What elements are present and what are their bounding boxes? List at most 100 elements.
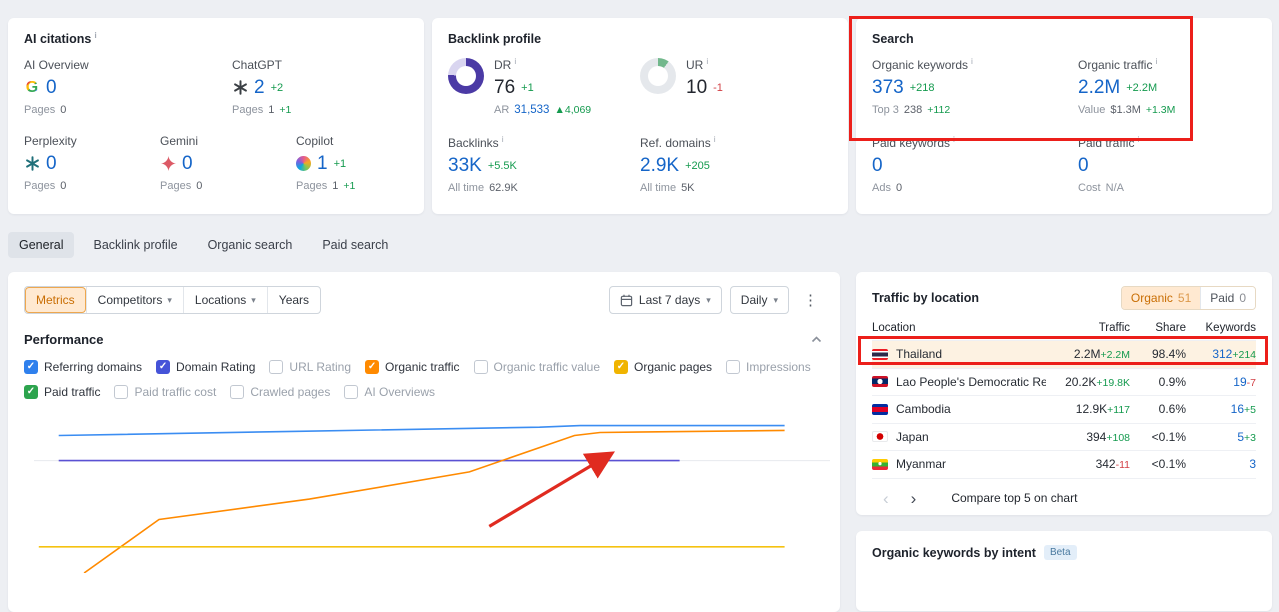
tab-general[interactable]: General [8,232,75,258]
prev-page-icon[interactable]: ‹ [872,490,900,507]
metric-checkbox-list: Referring domains Domain Rating URL Rati… [24,360,828,399]
metric-checkbox-crawled-pages[interactable]: Crawled pages [230,385,330,399]
info-icon[interactable]: i [514,56,516,66]
stat-delta: +2 [270,81,284,94]
metric-checkbox-url-rating[interactable]: URL Rating [269,360,351,374]
ref-domains-block: Ref. domains i 2.9K +205 All time 5K [640,134,832,194]
organic-keywords-value-link[interactable]: 373 [872,78,904,97]
pages-value-link[interactable]: 1 [268,104,274,116]
tab-paid-search[interactable]: Paid search [311,232,399,258]
info-icon[interactable]: i [502,134,504,144]
paid-toggle-button[interactable]: Paid 0 [1200,287,1255,309]
date-range-dropdown[interactable]: Last 7 days ▾ [608,286,722,314]
location-row-japan[interactable]: Japan 394+108 <0.1% 5+3 [872,422,1256,451]
checkbox-icon [114,385,129,399]
metric-checkbox-paid-traffic-cost[interactable]: Paid traffic cost [114,385,216,399]
info-icon[interactable]: i [1155,56,1157,66]
card-title-text: Search [872,32,914,46]
ur-donut-chart [640,58,676,94]
metric-checkbox-paid-traffic[interactable]: Paid traffic [24,385,100,399]
tab-backlink-profile[interactable]: Backlink profile [82,232,188,258]
info-icon[interactable]: i [1137,134,1139,144]
tab-organic-search[interactable]: Organic search [197,232,304,258]
organic-keywords-block: Organic keywords i 373 +218 Top 3 238 +112 [872,56,1078,116]
locations-dropdown[interactable]: Locations ▾ [182,287,267,313]
stat-label: AI Overview [24,58,89,72]
keywords-link[interactable]: 3 [1249,457,1256,471]
stat-label: Perplexity [24,134,77,148]
chart-toolbar: Metrics Competitors ▾ Locations ▾ Years La… [24,286,824,314]
organic-traffic-delta: +2.2M [1126,81,1158,94]
paid-keywords-value-link[interactable]: 0 [872,156,883,175]
pages-value-link[interactable]: 0 [196,180,202,192]
stat-value-link[interactable]: 0 [46,154,57,173]
keywords-link[interactable]: 5 [1237,430,1244,444]
competitors-dropdown[interactable]: Competitors ▾ [85,287,183,313]
metric-checkbox-domain-rating[interactable]: Domain Rating [156,360,255,374]
performance-card: Metrics Competitors ▾ Locations ▾ Years La… [8,272,840,612]
column-keywords: Keywords [1205,322,1257,334]
info-icon[interactable]: i [714,134,716,144]
organic-traffic-value-link[interactable]: 2.2M [1078,78,1120,97]
info-icon[interactable]: i [971,56,973,66]
paid-keywords-block: Paid keywords i 0 Ads 0 [872,134,1078,194]
metric-checkbox-organic-traffic-value[interactable]: Organic traffic value [473,360,600,374]
pages-value-link[interactable]: 1 [332,180,338,192]
next-page-icon[interactable]: › [900,490,928,507]
dr-label: DR i [494,56,517,72]
compare-top5-link[interactable]: Compare top 5 on chart [951,491,1077,505]
ur-value: 10 [686,77,708,98]
stat-value-link[interactable]: 0 [46,78,57,97]
metric-checkbox-organic-pages[interactable]: Organic pages [614,360,712,374]
checkbox-icon [614,360,628,374]
keywords-link[interactable]: 312 [1212,347,1232,361]
pages-value-link[interactable]: 0 [60,104,66,116]
location-name: Cambodia [896,402,951,417]
info-icon[interactable]: i [953,134,955,144]
chevron-down-icon: ▾ [167,294,172,305]
stat-value-link[interactable]: 2 [254,78,265,97]
location-row-myanmar[interactable]: Myanmar 342-11 <0.1% 3 [872,450,1256,478]
keywords-link[interactable]: 16 [1231,402,1244,416]
stat-label: ChatGPT [232,58,283,72]
kebab-menu-icon[interactable]: ⋮ [797,289,824,311]
stat-value-link[interactable]: 0 [182,154,193,173]
backlinks-value-link[interactable]: 33K [448,156,482,175]
ar-value-link[interactable]: 31,533 [514,104,549,116]
checkbox-icon [269,360,284,374]
stat-value-link[interactable]: 1 [317,154,328,173]
keywords-link[interactable]: 19 [1233,375,1246,389]
paid-keywords-label: Paid keywords i [872,134,955,150]
location-row-thailand[interactable]: Thailand 2.2M+2.2M 98.4% 312+214 [872,340,1256,368]
ai-citation-ai-overview: AI Overview G0 Pages 0 [24,58,232,116]
performance-chart[interactable] [34,398,830,573]
info-icon[interactable]: i [94,30,96,40]
pages-value-link[interactable]: 0 [60,180,66,192]
years-button[interactable]: Years [266,287,320,313]
granularity-dropdown[interactable]: Daily ▾ [729,286,789,314]
checkbox-icon [156,360,171,374]
cost-label: Cost [1078,182,1101,194]
organic-keywords-delta: +218 [909,81,935,94]
copilot-icon [296,156,311,171]
metric-checkbox-organic-traffic[interactable]: Organic traffic [365,360,460,374]
ref-domains-value-link[interactable]: 2.9K [640,156,679,175]
paid-traffic-value-link[interactable]: 0 [1078,156,1089,175]
metric-checkbox-ai-overviews[interactable]: AI Overviews [344,385,435,399]
metric-checkbox-impressions[interactable]: Impressions [726,360,811,374]
checkbox-icon [230,385,245,399]
location-row-laos[interactable]: Lao People's Democratic Reput 20.2K+19.8… [872,367,1256,396]
perplexity-icon [24,156,40,172]
checkbox-icon [344,385,359,399]
metrics-button[interactable]: Metrics [25,287,86,313]
organic-paid-toggle: Organic 51 Paid 0 [1120,286,1256,310]
metric-checkbox-referring-domains[interactable]: Referring domains [24,360,142,374]
organic-toggle-button[interactable]: Organic 51 [1121,287,1201,309]
collapse-section-icon[interactable] [809,334,824,345]
dr-value: 76 [494,77,516,98]
location-name: Japan [896,429,929,444]
organic-traffic-label: Organic traffic i [1078,56,1158,72]
info-icon[interactable]: i [706,56,708,66]
location-row-cambodia[interactable]: Cambodia 12.9K+117 0.6% 16+5 [872,395,1256,423]
pages-delta: +1 [279,104,292,116]
